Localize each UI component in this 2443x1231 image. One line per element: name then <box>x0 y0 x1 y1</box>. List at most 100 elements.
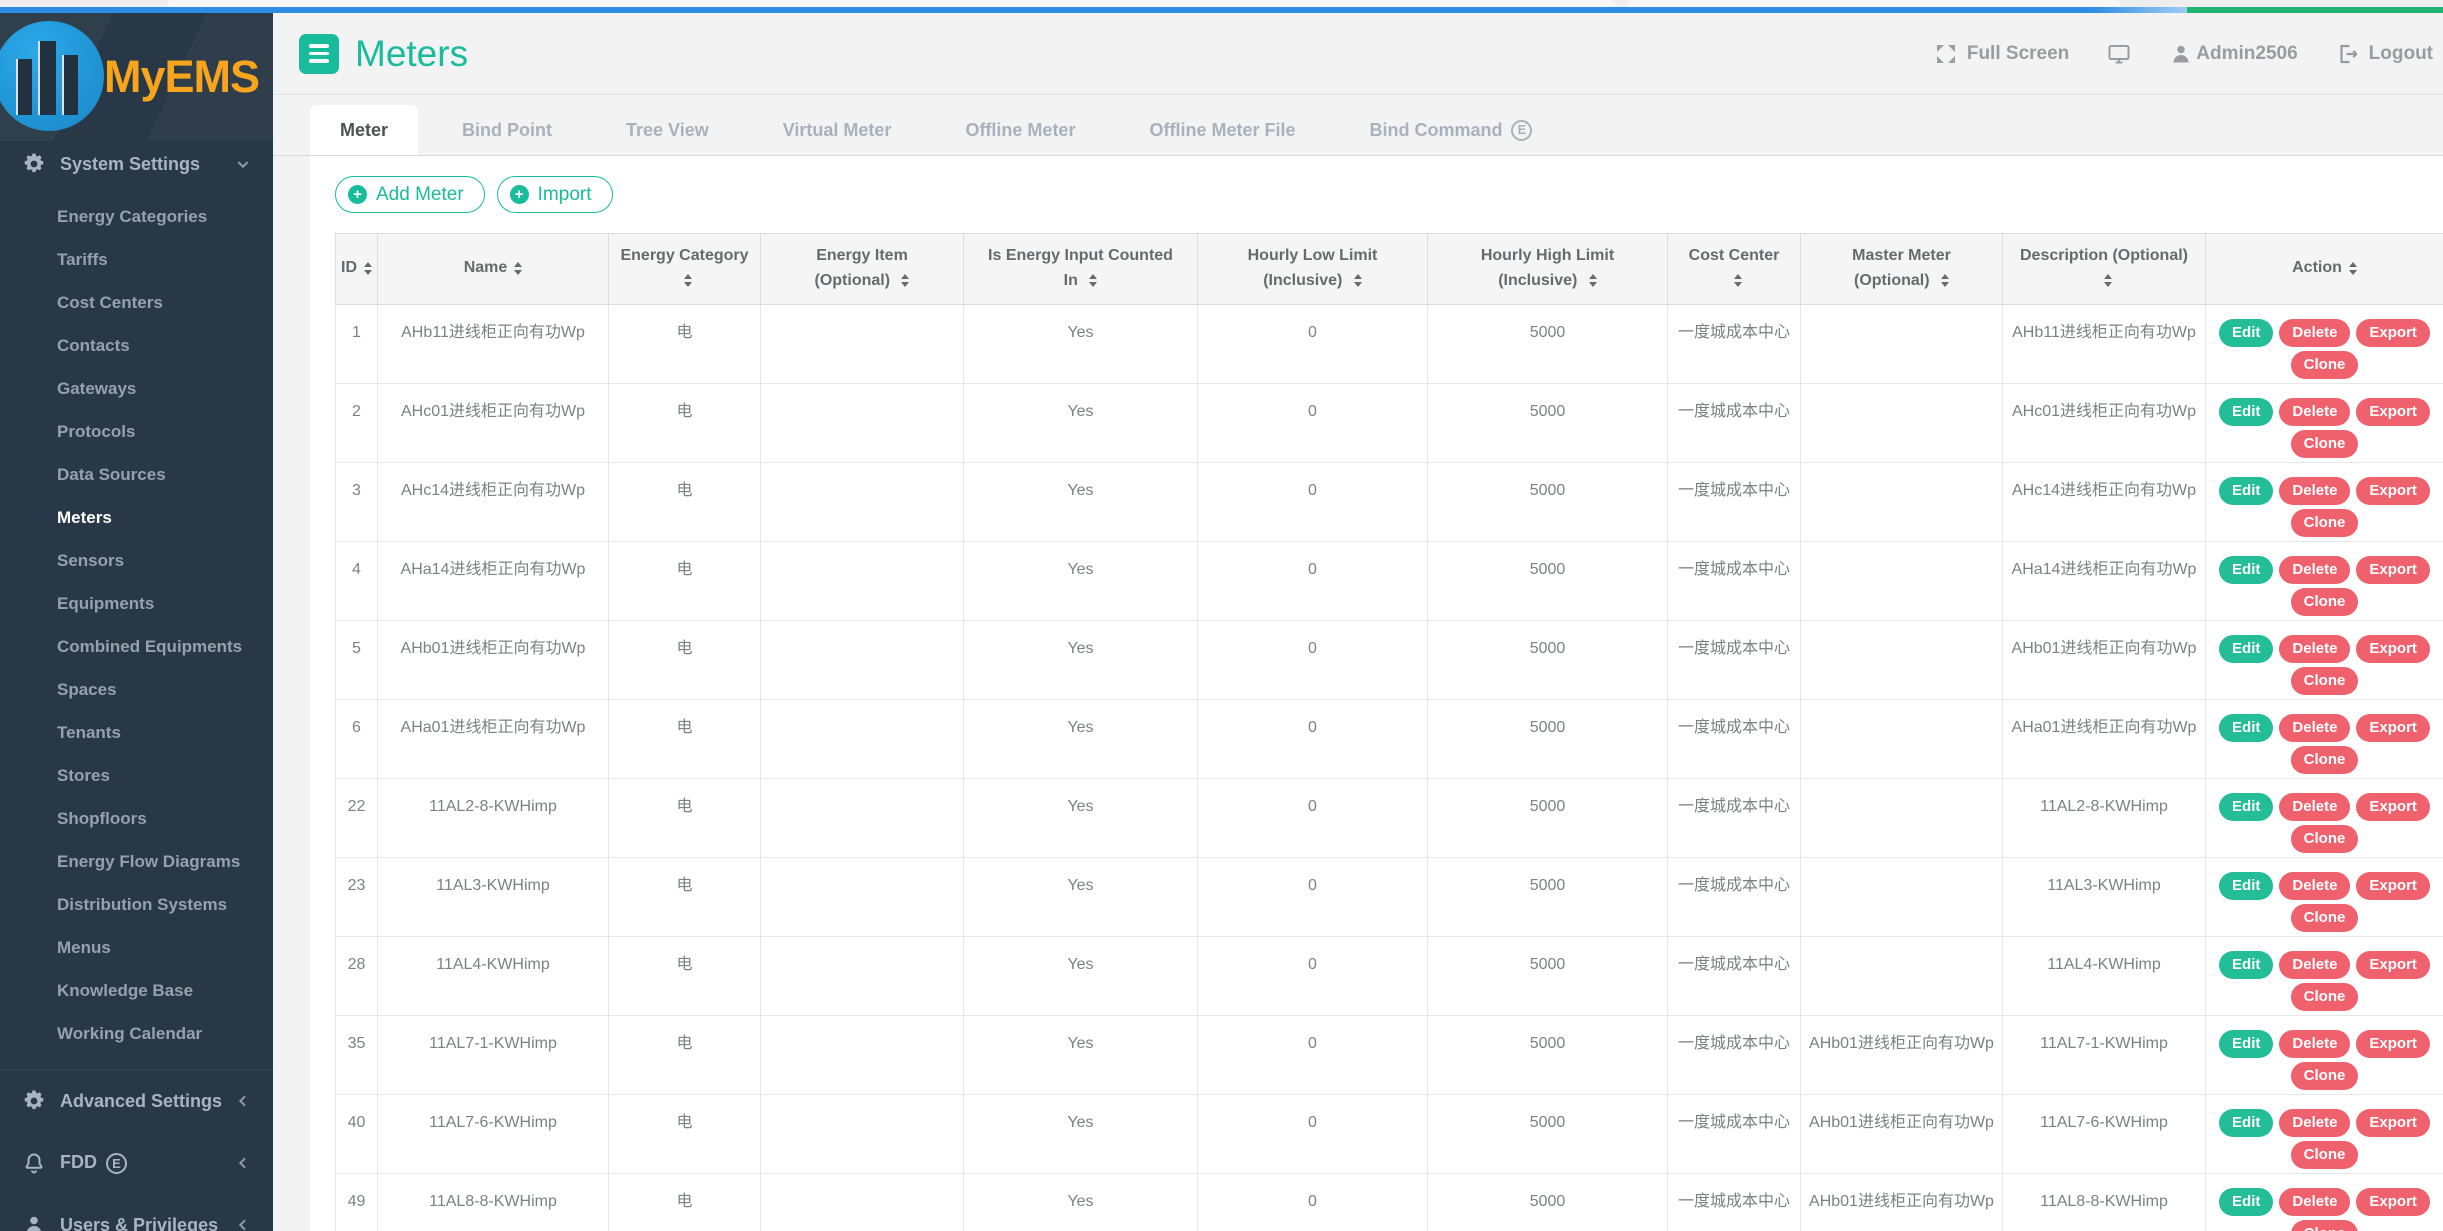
export-button[interactable]: Export <box>2356 635 2430 663</box>
delete-button[interactable]: Delete <box>2279 872 2350 900</box>
column-header-action[interactable]: Action <box>2206 234 2443 305</box>
delete-button[interactable]: Delete <box>2279 319 2350 347</box>
sidebar-item-knowledge-base[interactable]: Knowledge Base <box>0 969 273 1012</box>
edit-button[interactable]: Edit <box>2219 1109 2273 1137</box>
sidebar-item-energy-flow-diagrams[interactable]: Energy Flow Diagrams <box>0 840 273 883</box>
delete-button[interactable]: Delete <box>2279 951 2350 979</box>
import-button[interactable]: + Import <box>497 176 613 213</box>
sidebar-item-tariffs[interactable]: Tariffs <box>0 238 273 281</box>
sidebar-item-equipments[interactable]: Equipments <box>0 582 273 625</box>
user-menu[interactable]: Admin2506 <box>2169 42 2297 66</box>
edit-button[interactable]: Edit <box>2219 635 2273 663</box>
delete-button[interactable]: Delete <box>2279 1109 2350 1137</box>
column-header-id[interactable]: ID <box>336 234 378 305</box>
column-header-energy-category[interactable]: Energy Category <box>609 234 761 305</box>
sidebar-item-menus[interactable]: Menus <box>0 926 273 969</box>
column-header-hourly-low[interactable]: Hourly Low Limit(Inclusive) <box>1198 234 1428 305</box>
sidebar-section-advanced-settings[interactable]: Advanced Settings <box>0 1070 273 1132</box>
clone-button[interactable]: Clone <box>2291 509 2359 537</box>
export-button[interactable]: Export <box>2356 1030 2430 1058</box>
delete-button[interactable]: Delete <box>2279 398 2350 426</box>
add-meter-button[interactable]: + Add Meter <box>335 176 485 213</box>
sidebar-item-data-sources[interactable]: Data Sources <box>0 453 273 496</box>
edit-button[interactable]: Edit <box>2219 714 2273 742</box>
column-header-description[interactable]: Description (Optional) <box>2003 234 2206 305</box>
column-header-name[interactable]: Name <box>378 234 609 305</box>
sidebar-toggle-button[interactable] <box>299 34 339 74</box>
cell-hourly-low: 0 <box>1198 778 1428 857</box>
export-button[interactable]: Export <box>2356 1109 2430 1137</box>
delete-button[interactable]: Delete <box>2279 635 2350 663</box>
clone-button[interactable]: Clone <box>2291 588 2359 616</box>
export-button[interactable]: Export <box>2356 872 2430 900</box>
delete-button[interactable]: Delete <box>2279 1188 2350 1216</box>
export-button[interactable]: Export <box>2356 398 2430 426</box>
edit-button[interactable]: Edit <box>2219 319 2273 347</box>
export-button[interactable]: Export <box>2356 477 2430 505</box>
clone-button[interactable]: Clone <box>2291 430 2359 458</box>
column-header-energy-item[interactable]: Energy Item(Optional) <box>761 234 964 305</box>
sidebar-section-system-settings[interactable]: System Settings <box>0 141 273 187</box>
delete-button[interactable]: Delete <box>2279 477 2350 505</box>
column-header-cost-center[interactable]: Cost Center <box>1668 234 1801 305</box>
tab-bind-point[interactable]: Bind Point <box>432 105 582 155</box>
tab-meter[interactable]: Meter <box>310 105 418 155</box>
edit-button[interactable]: Edit <box>2219 872 2273 900</box>
sidebar-item-tenants[interactable]: Tenants <box>0 711 273 754</box>
cell-id: 2 <box>336 383 378 462</box>
edit-button[interactable]: Edit <box>2219 1030 2273 1058</box>
sidebar-item-contacts[interactable]: Contacts <box>0 324 273 367</box>
column-header-master-meter[interactable]: Master Meter(Optional) <box>1801 234 2003 305</box>
export-button[interactable]: Export <box>2356 556 2430 584</box>
clone-button[interactable]: Clone <box>2291 1062 2359 1090</box>
sidebar-item-protocols[interactable]: Protocols <box>0 410 273 453</box>
delete-button[interactable]: Delete <box>2279 714 2350 742</box>
display-button[interactable] <box>2107 42 2131 66</box>
sidebar-item-spaces[interactable]: Spaces <box>0 668 273 711</box>
sidebar-item-gateways[interactable]: Gateways <box>0 367 273 410</box>
column-header-hourly-high[interactable]: Hourly High Limit(Inclusive) <box>1428 234 1668 305</box>
delete-button[interactable]: Delete <box>2279 556 2350 584</box>
tab-bind-command[interactable]: Bind CommandE <box>1339 105 1562 155</box>
cell-id: 23 <box>336 857 378 936</box>
edit-button[interactable]: Edit <box>2219 477 2273 505</box>
clone-button[interactable]: Clone <box>2291 1141 2359 1169</box>
sidebar-item-combined-equipments[interactable]: Combined Equipments <box>0 625 273 668</box>
delete-button[interactable]: Delete <box>2279 1030 2350 1058</box>
clone-button[interactable]: Clone <box>2291 1220 2359 1231</box>
clone-button[interactable]: Clone <box>2291 983 2359 1011</box>
sidebar-item-meters[interactable]: Meters <box>0 496 273 539</box>
logout-button[interactable]: Logout <box>2336 42 2433 66</box>
sidebar-item-cost-centers[interactable]: Cost Centers <box>0 281 273 324</box>
export-button[interactable]: Export <box>2356 951 2430 979</box>
export-button[interactable]: Export <box>2356 793 2430 821</box>
tab-offline-meter-file[interactable]: Offline Meter File <box>1119 105 1325 155</box>
export-button[interactable]: Export <box>2356 319 2430 347</box>
sidebar-section-users-privileges[interactable]: Users & Privileges <box>0 1194 273 1231</box>
edit-button[interactable]: Edit <box>2219 556 2273 584</box>
clone-button[interactable]: Clone <box>2291 825 2359 853</box>
tab-virtual-meter[interactable]: Virtual Meter <box>753 105 922 155</box>
column-header-counted-in[interactable]: Is Energy Input CountedIn <box>964 234 1198 305</box>
sidebar-item-sensors[interactable]: Sensors <box>0 539 273 582</box>
edit-button[interactable]: Edit <box>2219 1188 2273 1216</box>
sidebar-item-energy-categories[interactable]: Energy Categories <box>0 195 273 238</box>
clone-button[interactable]: Clone <box>2291 904 2359 932</box>
edit-button[interactable]: Edit <box>2219 398 2273 426</box>
edit-button[interactable]: Edit <box>2219 951 2273 979</box>
clone-button[interactable]: Clone <box>2291 746 2359 774</box>
edit-button[interactable]: Edit <box>2219 793 2273 821</box>
clone-button[interactable]: Clone <box>2291 667 2359 695</box>
sidebar-item-stores[interactable]: Stores <box>0 754 273 797</box>
full-screen-button[interactable]: Full Screen <box>1934 42 2069 66</box>
export-button[interactable]: Export <box>2356 714 2430 742</box>
tab-offline-meter[interactable]: Offline Meter <box>935 105 1105 155</box>
sidebar-section-fdd[interactable]: FDDE <box>0 1132 273 1194</box>
clone-button[interactable]: Clone <box>2291 351 2359 379</box>
delete-button[interactable]: Delete <box>2279 793 2350 821</box>
sidebar-item-working-calendar[interactable]: Working Calendar <box>0 1012 273 1055</box>
sidebar-item-shopfloors[interactable]: Shopfloors <box>0 797 273 840</box>
sidebar-item-distribution-systems[interactable]: Distribution Systems <box>0 883 273 926</box>
tab-tree-view[interactable]: Tree View <box>596 105 739 155</box>
export-button[interactable]: Export <box>2356 1188 2430 1216</box>
